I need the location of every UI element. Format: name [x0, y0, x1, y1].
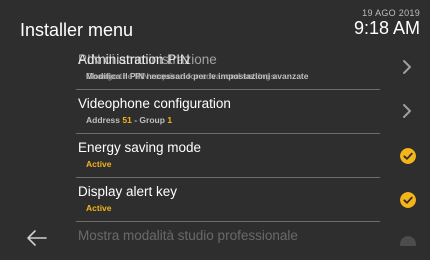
menu-item-label: Display alert key [78, 184, 178, 199]
group-value: 1 [167, 115, 173, 125]
top-bar: Installer menu 19 AGO 2019 9:18 AM [0, 0, 430, 46]
chevron-right-icon [403, 60, 411, 74]
time-label: 9:18 AM [353, 18, 420, 38]
menu-item-subtitle: Address 51 - Group 1 [86, 115, 172, 125]
menu-item-status: Active [86, 203, 112, 213]
menu-item-administration-pin[interactable]: PIN di amministrazione Administration PI… [76, 46, 430, 90]
address-value: 51 [122, 115, 132, 125]
chevron-right-icon [403, 104, 411, 118]
check-circle-icon[interactable] [400, 192, 416, 208]
page-title: Installer menu [20, 20, 134, 40]
check-circle-icon[interactable] [400, 148, 416, 164]
menu-item-label: Administration PIN [78, 52, 190, 67]
date-label: 19 AGO 2019 [362, 8, 420, 18]
menu-item-subtitle: Modifica il PIN necessario per le impost… [86, 71, 309, 81]
arrow-left-icon[interactable] [26, 228, 48, 248]
menu-item-label: Videophone configuration [78, 96, 231, 111]
menu-item-display-alert-key[interactable]: Display alert key Active [76, 178, 430, 222]
menu-item-professional-studio-mode[interactable]: Mostra modalità studio professionale [76, 222, 430, 246]
menu-item-videophone-configuration[interactable]: Videophone configuration Address 51 - Gr… [76, 90, 430, 134]
address-label: Address [86, 115, 121, 125]
check-circle-icon[interactable] [400, 236, 416, 246]
menu-item-label: Energy saving mode [78, 140, 202, 155]
menu-item-label: Mostra modalità studio professionale [78, 228, 298, 243]
menu-item-energy-saving-mode[interactable]: Energy saving mode Active [76, 134, 430, 178]
installer-menu-list: PIN di amministrazione Administration PI… [76, 46, 430, 246]
menu-item-status: Active [86, 159, 112, 169]
group-label: - Group [134, 115, 165, 125]
